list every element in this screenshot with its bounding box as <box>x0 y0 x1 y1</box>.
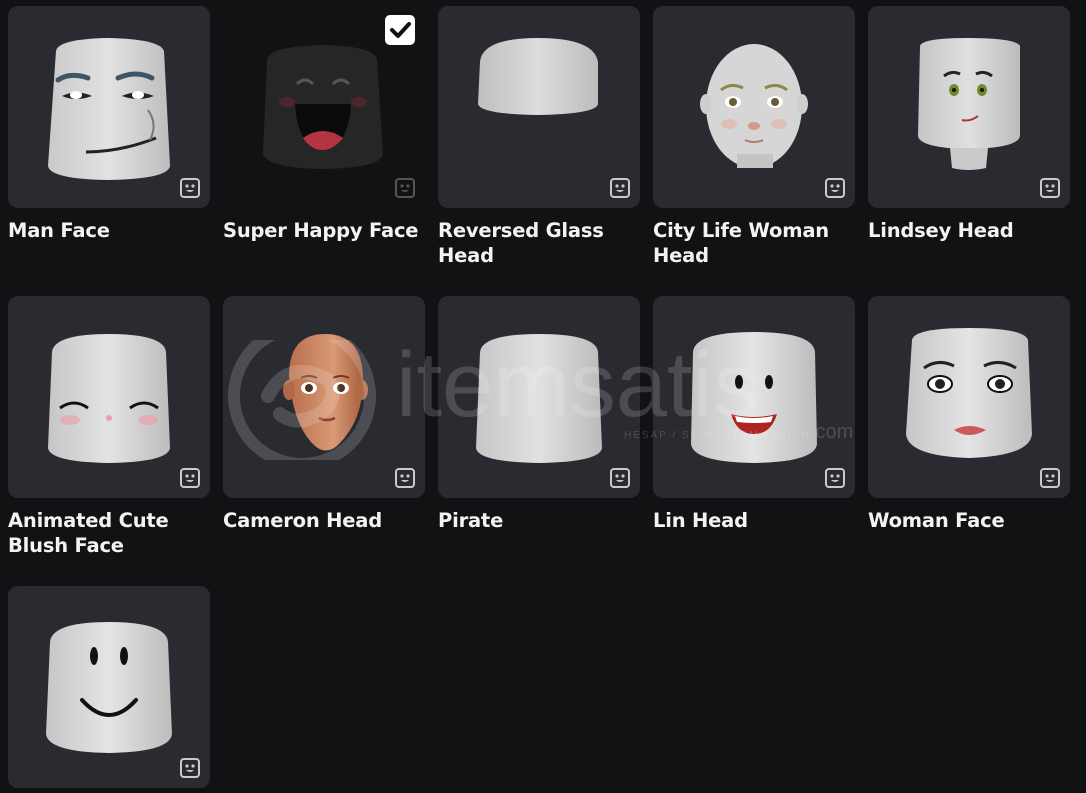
face-badge-icon <box>395 178 415 198</box>
item-thumbnail[interactable] <box>868 296 1070 498</box>
item-thumbnail[interactable] <box>653 296 855 498</box>
item-thumbnail[interactable] <box>8 586 210 788</box>
item-name: Reversed Glass Head <box>438 219 604 267</box>
item-thumbnail[interactable] <box>223 296 425 498</box>
item-name: Man Face <box>8 219 110 242</box>
face-badge-icon <box>1040 468 1060 488</box>
item-thumbnail[interactable] <box>868 6 1070 208</box>
item-name: Lindsey Head <box>868 219 1014 242</box>
item-name: Super Happy Face <box>223 219 419 242</box>
item-name: Cameron Head <box>223 509 382 532</box>
item-name: City Life Woman Head <box>653 219 829 267</box>
face-badge-icon <box>180 758 200 778</box>
item-thumbnail[interactable] <box>438 6 640 208</box>
item-name: Pirate <box>438 509 504 532</box>
face-badge-icon <box>395 468 415 488</box>
face-badge-icon <box>610 468 630 488</box>
face-badge-icon <box>825 178 845 198</box>
face-badge-icon <box>1040 178 1060 198</box>
selected-checkmark-icon[interactable] <box>385 15 415 45</box>
item-name: Animated Cute Blush Face <box>8 509 169 557</box>
item-thumbnail[interactable] <box>653 6 855 208</box>
face-badge-icon <box>180 178 200 198</box>
item-thumbnail[interactable] <box>223 6 425 208</box>
face-badge-icon <box>180 468 200 488</box>
face-badge-icon <box>825 468 845 488</box>
item-thumbnail[interactable] <box>8 296 210 498</box>
item-thumbnail[interactable] <box>438 296 640 498</box>
item-name: Woman Face <box>868 509 1005 532</box>
item-name: Lin Head <box>653 509 748 532</box>
item-thumbnail[interactable] <box>8 6 210 208</box>
face-badge-icon <box>610 178 630 198</box>
